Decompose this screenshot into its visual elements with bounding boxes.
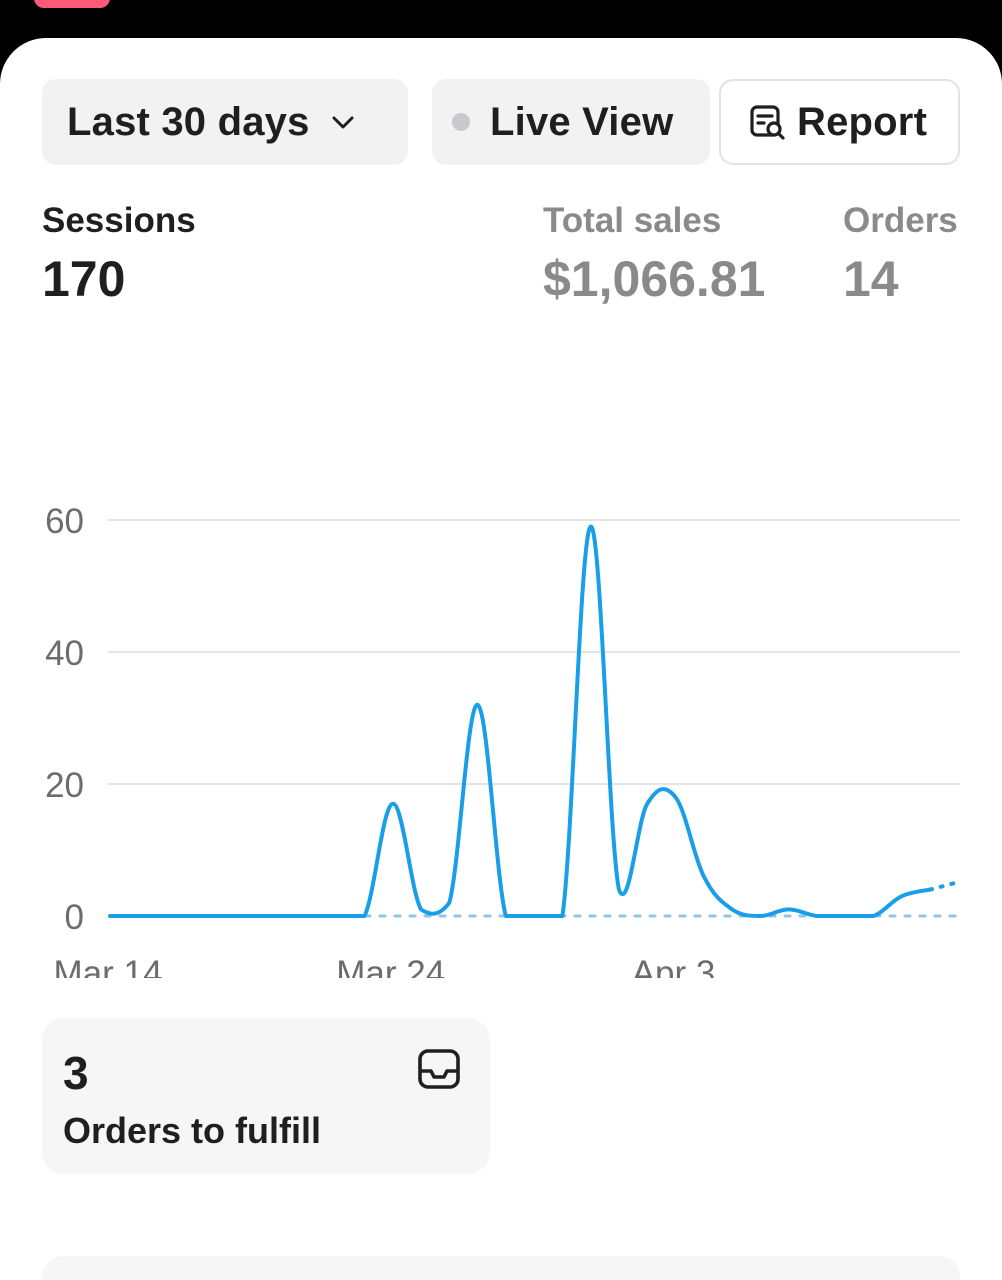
orders-value: 14 xyxy=(843,251,899,307)
total-sales-label: Total sales xyxy=(543,201,722,240)
inbox-icon xyxy=(418,1049,460,1089)
chevron-down-icon xyxy=(332,116,354,129)
y-tick-label: 20 xyxy=(45,766,84,805)
recording-indicator xyxy=(34,0,110,8)
report-button[interactable]: Report xyxy=(719,79,960,165)
sessions-metric-tab[interactable]: Sessions 170 xyxy=(42,201,196,309)
sessions-line-chart: 60 40 20 0 Mar 14 Mar 24 Apr 3 xyxy=(45,502,962,978)
live-view-label: Live View xyxy=(490,99,674,144)
projected-line-segment xyxy=(928,881,957,892)
y-tick-label: 40 xyxy=(45,634,84,673)
total-sales-metric-tab[interactable]: Total sales $1,066.81 xyxy=(543,201,765,309)
sessions-label: Sessions xyxy=(42,201,196,240)
x-tick-label: Mar 24 xyxy=(336,954,445,978)
orders-to-fulfill-card[interactable]: 3 Orders to fulfill xyxy=(42,1018,490,1174)
next-card-partial xyxy=(42,1256,960,1280)
orders-label: Orders xyxy=(843,201,958,240)
x-tick-label: Mar 14 xyxy=(54,954,163,978)
date-range-label: Last 30 days xyxy=(67,99,310,144)
y-tick-label: 60 xyxy=(45,502,84,541)
fulfill-count: 3 xyxy=(63,1047,89,1099)
fulfill-label: Orders to fulfill xyxy=(63,1110,322,1151)
x-tick-label: Apr 3 xyxy=(632,954,716,978)
orders-metric-tab[interactable]: Orders 14 xyxy=(843,201,958,309)
live-view-button[interactable]: Live View xyxy=(432,79,710,165)
y-tick-label: 0 xyxy=(65,898,84,937)
sessions-series-line xyxy=(108,524,932,918)
total-sales-value: $1,066.81 xyxy=(543,251,766,307)
report-search-icon xyxy=(750,105,785,140)
sessions-value: 170 xyxy=(42,251,126,307)
analytics-sheet: Last 30 days Live View Report Sessions 1… xyxy=(0,38,1002,1280)
report-label: Report xyxy=(797,99,928,144)
date-range-button[interactable]: Last 30 days xyxy=(42,79,408,165)
live-status-dot-icon xyxy=(452,113,470,131)
